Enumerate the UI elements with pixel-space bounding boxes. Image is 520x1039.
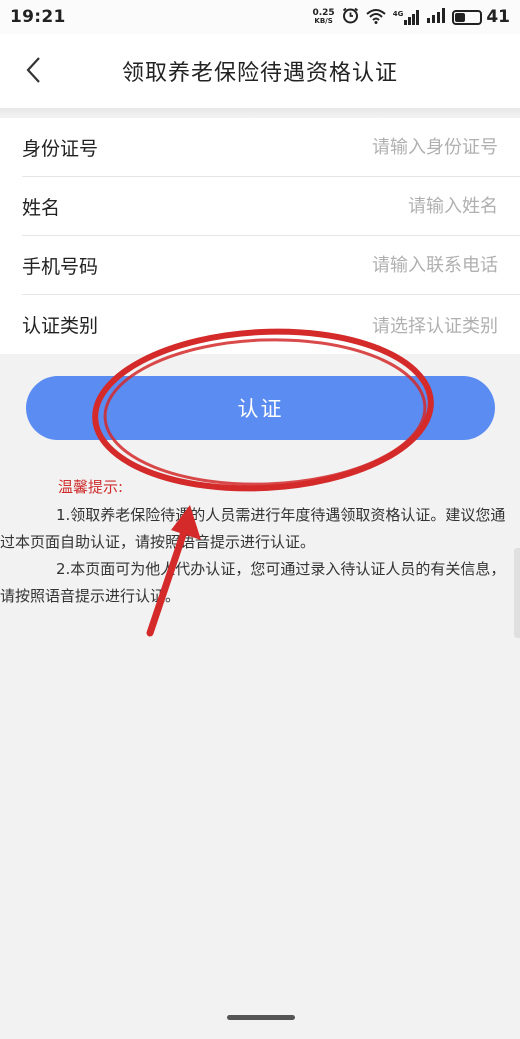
tips-item-1: 1.领取养老保险待遇的人员需进行年度待遇领取资格认证。建议您通过本页面自助认证，… — [0, 506, 506, 551]
nav-shadow — [0, 108, 520, 118]
battery-icon: 41 — [452, 7, 510, 27]
id-number-input[interactable] — [238, 137, 498, 158]
status-bar: 19:21 0.25 KB/S 4G 41 — [0, 0, 520, 34]
battery-level: 41 — [486, 7, 510, 27]
form-row-id: 身份证号 — [0, 118, 520, 177]
phone-input[interactable] — [238, 255, 498, 276]
net-speed: 0.25 KB/S — [312, 8, 335, 26]
wifi-icon — [366, 8, 386, 27]
id-number-label: 身份证号 — [22, 138, 99, 160]
alarm-clock-icon — [342, 7, 359, 27]
page-title: 领取养老保险待遇资格认证 — [121, 61, 398, 86]
category-select[interactable]: 请选择认证类别 — [372, 312, 498, 338]
scroll-indicator — [514, 548, 520, 638]
certify-button[interactable]: 认证 — [26, 376, 495, 440]
form-row-phone: 手机号码 — [0, 236, 520, 295]
battery-shell — [452, 9, 483, 25]
status-icons: 0.25 KB/S 4G 41 — [312, 7, 510, 27]
net-type: 4G — [392, 9, 404, 18]
net-speed-value: 0.25 — [312, 8, 335, 18]
battery-fill — [455, 12, 466, 22]
tips-title: 温馨提示: — [58, 478, 124, 496]
back-button[interactable] — [14, 50, 54, 90]
name-label: 姓名 — [22, 197, 61, 219]
nav-bar: 领取养老保险待遇资格认证 — [0, 34, 520, 108]
signal-icon: 4G — [392, 9, 421, 25]
certification-form: 身份证号 姓名 手机号码 认证类别 请选择认证类别 — [0, 118, 520, 354]
home-indicator[interactable] — [227, 1015, 295, 1020]
form-row-name: 姓名 — [0, 177, 520, 236]
tips-item-2: 2.本页面可为他人代办认证，您可通过录入待认证人员的有关信息，请按照语音提示进行… — [0, 560, 506, 605]
tips-section: 温馨提示: 1.领取养老保险待遇的人员需进行年度待遇领取资格认证。建议您通过本页… — [0, 476, 520, 610]
net-speed-unit: KB/S — [314, 17, 333, 25]
name-input[interactable] — [238, 196, 498, 217]
form-row-category[interactable]: 认证类别 请选择认证类别 — [0, 295, 520, 354]
status-time: 19:21 — [10, 7, 66, 27]
chevron-left-icon — [26, 57, 40, 83]
category-label: 认证类别 — [22, 315, 99, 337]
signal-icon-2 — [427, 8, 446, 26]
phone-label: 手机号码 — [22, 256, 99, 278]
